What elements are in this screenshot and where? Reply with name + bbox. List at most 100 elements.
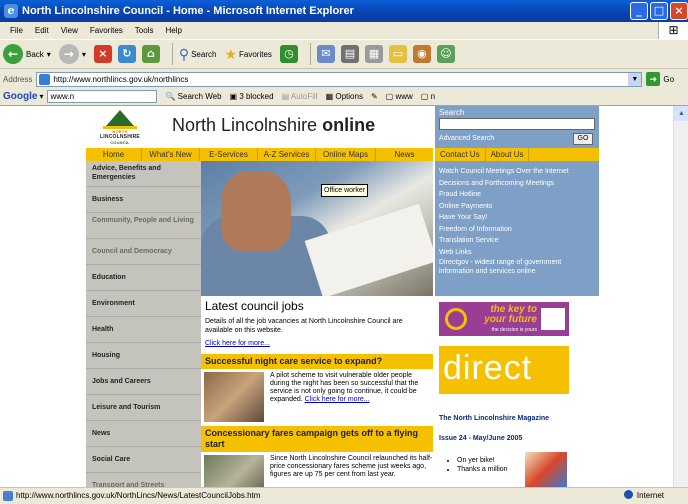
story-concessionary-fares: Concessionary fares campaign gets off to…	[201, 426, 433, 487]
back-label: Back	[26, 49, 44, 59]
forward-button[interactable]: → ▾	[58, 44, 86, 64]
quick-link[interactable]: Have Your Say!	[439, 212, 595, 224]
menu-file[interactable]: File	[4, 26, 29, 35]
list-item: Thanks a million	[457, 465, 508, 474]
scroll-up-icon[interactable]: ▲	[674, 106, 688, 121]
home-icon[interactable]: ⌂	[141, 45, 160, 63]
nav-a-z-services[interactable]: A-Z Services	[258, 148, 316, 161]
direct-banner[interactable]: direct	[439, 346, 569, 394]
quick-link[interactable]: Web Links	[439, 247, 595, 259]
go-button[interactable]: Go	[663, 75, 674, 84]
story-link[interactable]: Click here for more...	[305, 396, 370, 403]
quick-link[interactable]: Fraud Hotline	[439, 189, 595, 201]
site-title-bold: online	[322, 115, 376, 135]
story-title[interactable]: Successful night care service to expand?	[201, 354, 433, 369]
messenger-icon[interactable]: ☺	[436, 45, 455, 63]
back-button[interactable]: ← Back ▾	[3, 44, 51, 64]
quick-link[interactable]: Directgov - widest range of government i…	[439, 258, 595, 276]
search-icon: ⚲	[178, 45, 190, 62]
nav-whats-new[interactable]: What's New	[142, 148, 200, 161]
google-logo[interactable]: Google	[3, 91, 37, 102]
menu-edit[interactable]: Edit	[29, 26, 55, 35]
left-menu-item[interactable]: Education	[86, 265, 201, 291]
address-input[interactable]: http://www.northlincs.gov.uk/northlincs …	[36, 71, 643, 87]
maximize-button[interactable]: □	[650, 2, 668, 20]
nav-contact-us[interactable]: Contact Us	[435, 148, 486, 161]
story-night-care: Successful night care service to expand?…	[201, 354, 433, 422]
folder-icon[interactable]: ▭	[388, 45, 407, 63]
story-body: Since North Lincolnshire Council relaunc…	[201, 452, 433, 487]
blocked-label: 3 blocked	[239, 92, 274, 101]
story-text: Since North Lincolnshire Council relaunc…	[270, 455, 433, 478]
nav-about-us[interactable]: About Us	[486, 148, 530, 161]
google-search-web-button[interactable]: 🔍 Search Web	[165, 92, 221, 101]
pencil-icon[interactable]: ✎	[371, 92, 378, 101]
quick-link[interactable]: Translation Service	[439, 235, 595, 247]
image-tooltip: Office worker	[321, 184, 369, 197]
autofill-button[interactable]: ▤ AutoFill	[282, 92, 318, 101]
chevron-down-icon[interactable]: ▾	[39, 92, 43, 101]
minimize-button[interactable]: _	[630, 2, 648, 20]
site-title-plain: North Lincolnshire	[172, 115, 323, 135]
main-column: Office worker Latest council jobs Detail…	[201, 161, 433, 487]
left-menu-item[interactable]: Business	[86, 187, 201, 213]
nav-news[interactable]: News	[376, 148, 433, 161]
research-icon[interactable]: ◉	[412, 45, 431, 63]
star-icon: ★	[224, 45, 238, 62]
close-button[interactable]: ×	[670, 2, 688, 20]
title-bar[interactable]: e North Lincolnshire Council - Home - Mi…	[0, 0, 688, 22]
left-menu-item[interactable]: Transport and Streets	[86, 473, 201, 487]
n-button[interactable]: ▢ n	[421, 92, 435, 101]
print-icon[interactable]: ▤	[340, 45, 359, 63]
search-button[interactable]: ⚲ Search	[179, 46, 217, 63]
jobs-title: Latest council jobs	[205, 299, 304, 313]
www-button[interactable]: ▢ www	[386, 92, 413, 101]
nav-online-maps[interactable]: Online Maps	[316, 148, 376, 161]
left-menu-item[interactable]: Leisure and Tourism	[86, 395, 201, 421]
left-menu-item[interactable]: Health	[86, 317, 201, 343]
site-search-input[interactable]	[439, 118, 595, 130]
vertical-scrollbar[interactable]: ▲	[673, 106, 688, 487]
left-menu-item[interactable]: Environment	[86, 291, 201, 317]
chevron-down-icon[interactable]: ▼	[628, 72, 642, 86]
site-title: North Lincolnshire online	[172, 115, 375, 136]
mail-icon[interactable]: ✉	[316, 45, 335, 63]
left-menu-item[interactable]: Social Care	[86, 447, 201, 473]
left-menu-item[interactable]: Community, People and Living	[86, 213, 201, 239]
left-menu-item[interactable]: News	[86, 421, 201, 447]
history-icon[interactable]: ◷	[279, 45, 298, 63]
left-menu-item[interactable]: Jobs and Careers	[86, 369, 201, 395]
quick-link[interactable]: Watch Council Meetings Over the Internet	[439, 166, 595, 178]
advanced-search-link[interactable]: Advanced Search	[439, 135, 494, 142]
ie-icon: e	[4, 4, 18, 18]
council-logo[interactable]: NORTH LINCOLNSHIRE COUNCIL	[90, 110, 150, 146]
menu-favorites[interactable]: Favorites	[84, 26, 129, 35]
nav-e-services[interactable]: E-Services	[200, 148, 258, 161]
key-to-future-banner[interactable]: the key to your future the decision is y…	[439, 302, 569, 336]
menu-help[interactable]: Help	[159, 26, 187, 35]
favorites-button[interactable]: ★ Favorites	[224, 46, 271, 63]
refresh-icon[interactable]: ↻	[117, 45, 136, 63]
jobs-link[interactable]: Click here for more...	[205, 340, 429, 347]
nav-home[interactable]: Home	[86, 148, 142, 161]
photo-paper	[304, 203, 433, 296]
options-button[interactable]: ▦ Options	[326, 92, 363, 101]
go-arrow-icon[interactable]: ➔	[646, 72, 661, 86]
menu-view[interactable]: View	[55, 26, 84, 35]
jobs-text: Details of all the job vacancies at Nort…	[205, 318, 403, 334]
stop-icon[interactable]: ×	[93, 45, 112, 63]
story-image	[204, 455, 264, 487]
left-menu-item[interactable]: Advice, Benefits and Emergencies	[86, 161, 201, 187]
story-title[interactable]: Concessionary fares campaign gets off to…	[201, 426, 433, 452]
status-url: http://www.northlincs.gov.uk/NorthLincs/…	[16, 491, 261, 500]
edit-icon[interactable]: ▦	[364, 45, 383, 63]
menu-tools[interactable]: Tools	[129, 26, 160, 35]
popup-blocked-button[interactable]: ▣ 3 blocked	[230, 92, 274, 101]
quick-link[interactable]: Online Payments	[439, 201, 595, 213]
left-menu-item[interactable]: Council and Democracy	[86, 239, 201, 265]
quick-link[interactable]: Decisions and Forthcoming Meetings	[439, 178, 595, 190]
left-menu-item[interactable]: Housing	[86, 343, 201, 369]
quick-link[interactable]: Freedom of Information	[439, 224, 595, 236]
search-go-button[interactable]: GO	[573, 133, 593, 145]
google-search-input[interactable]: www.n	[47, 90, 158, 103]
